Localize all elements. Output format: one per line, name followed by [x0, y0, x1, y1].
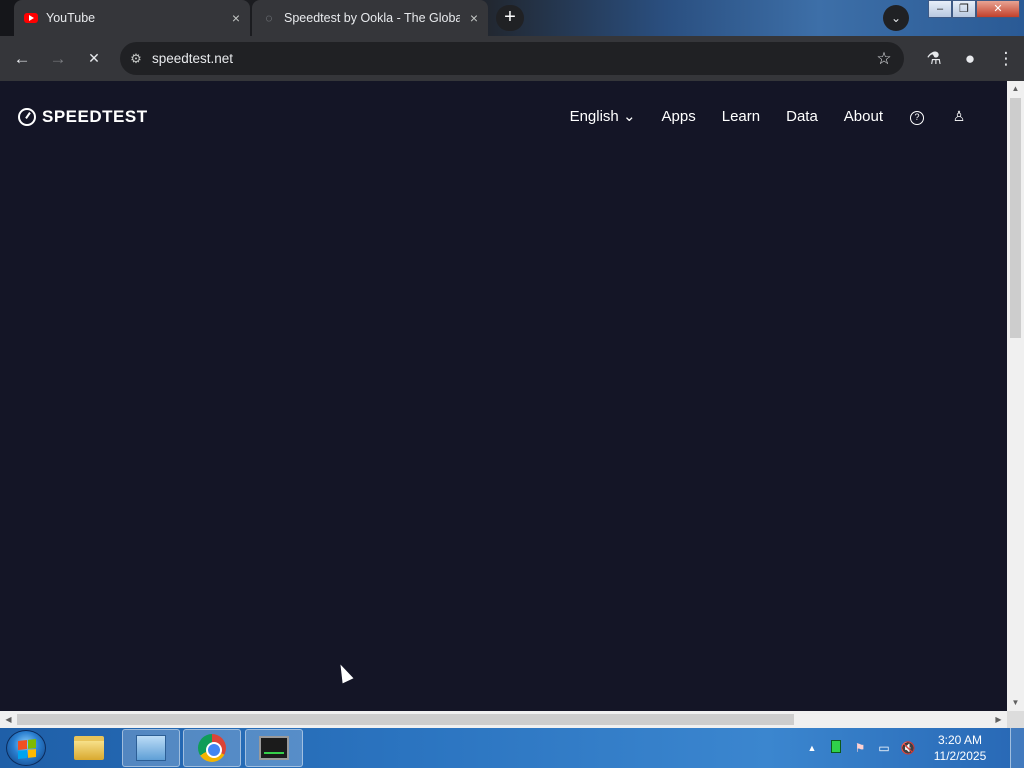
- action-center-flag-icon[interactable]: ⚑: [848, 741, 872, 755]
- restore-button[interactable]: ❐: [952, 0, 976, 18]
- address-url[interactable]: speedtest.net: [152, 51, 864, 66]
- language-label: English: [569, 108, 619, 125]
- vertical-scrollbar[interactable]: ▲ ▼: [1007, 81, 1024, 711]
- taskbar-task-manager[interactable]: [245, 729, 303, 767]
- toolbar-right: ⚗ ● ⋮: [916, 36, 1024, 81]
- tab-title: Speedtest by Ookla - The Global: [284, 11, 460, 25]
- new-tab-button[interactable]: +: [496, 5, 524, 31]
- chrome-icon: [198, 734, 226, 762]
- labs-icon[interactable]: ⚗: [916, 49, 952, 69]
- chevron-down-icon: ⌄: [622, 108, 636, 125]
- battery-icon[interactable]: [824, 740, 848, 756]
- loading-icon: ◌: [265, 11, 273, 25]
- network-icon[interactable]: ▭: [872, 741, 896, 755]
- show-hidden-icons-button[interactable]: ▲: [800, 743, 824, 753]
- clock-date: 11/2/2025: [933, 749, 987, 763]
- taskbar-control-panel[interactable]: [122, 729, 180, 767]
- clock-time: 3:20 AM: [937, 733, 983, 747]
- site-nav: English ⌄ Apps Learn Data About ? ♙: [570, 107, 967, 125]
- window-close-button[interactable]: ✕: [976, 0, 1020, 18]
- address-bar[interactable]: ⚙ speedtest.net ☆: [120, 42, 904, 75]
- gauge-icon: [18, 108, 36, 126]
- system-clock[interactable]: 3:20 AM 11/2/2025: [928, 732, 992, 764]
- account-icon[interactable]: ♙: [951, 108, 967, 125]
- minimize-button[interactable]: –: [928, 0, 952, 18]
- brand-name: SPEEDTEST: [42, 107, 148, 126]
- bookmark-star-icon[interactable]: ☆: [864, 49, 904, 69]
- taskbar-explorer[interactable]: [60, 729, 118, 767]
- windows-logo-icon: [18, 739, 36, 759]
- scroll-up-icon[interactable]: ▲: [1007, 81, 1024, 97]
- scroll-left-icon[interactable]: ◀: [0, 711, 17, 728]
- page-content: SPEEDTEST English ⌄ Apps Learn Data Abou…: [0, 81, 1007, 711]
- tab-close-icon[interactable]: ×: [460, 10, 488, 26]
- forward-button[interactable]: →: [40, 49, 76, 69]
- scroll-down-icon[interactable]: ▼: [1007, 695, 1024, 711]
- vertical-scroll-thumb[interactable]: [1010, 98, 1021, 338]
- tab-close-icon[interactable]: ×: [222, 10, 250, 26]
- horizontal-scroll-thumb[interactable]: [17, 714, 794, 725]
- scroll-right-icon[interactable]: ▶: [990, 711, 1007, 728]
- nav-apps[interactable]: Apps: [662, 108, 696, 125]
- window-controls: – ❐ ✕: [928, 0, 1020, 18]
- scroll-corner: [1007, 711, 1024, 728]
- nav-data[interactable]: Data: [786, 108, 818, 125]
- folder-icon: [74, 736, 104, 760]
- tab-search-button[interactable]: ⌄: [883, 5, 909, 31]
- back-button[interactable]: ←: [4, 49, 40, 69]
- youtube-icon: [24, 13, 38, 23]
- task-manager-icon: [259, 736, 289, 760]
- nav-learn[interactable]: Learn: [722, 108, 760, 125]
- tab-youtube[interactable]: YouTube ×: [14, 0, 250, 36]
- stop-loading-button[interactable]: ✕: [76, 50, 112, 67]
- taskbar-chrome[interactable]: [183, 729, 241, 767]
- tab-speedtest[interactable]: ◌ Speedtest by Ookla - The Global ×: [252, 0, 488, 36]
- tab-strip: YouTube × ◌ Speedtest by Ookla - The Glo…: [0, 0, 1024, 36]
- language-selector[interactable]: English ⌄: [570, 107, 636, 125]
- start-button[interactable]: [6, 730, 46, 766]
- windows-taskbar: ▲ ⚑ ▭ 🔇 3:20 AM 11/2/2025: [0, 728, 1024, 768]
- volume-muted-icon[interactable]: 🔇: [896, 741, 920, 755]
- site-info-icon[interactable]: ⚙: [120, 51, 152, 67]
- nav-about[interactable]: About: [844, 108, 883, 125]
- help-button[interactable]: ?: [909, 107, 925, 125]
- control-panel-icon: [136, 735, 166, 761]
- speedtest-logo[interactable]: SPEEDTEST: [18, 107, 148, 127]
- menu-icon[interactable]: ⋮: [988, 49, 1024, 69]
- system-tray: ▲ ⚑ ▭ 🔇 3:20 AM 11/2/2025: [800, 728, 992, 768]
- help-icon: ?: [910, 111, 924, 125]
- browser-toolbar: ← → ✕ ⚙ speedtest.net ☆ ⚗ ● ⋮: [0, 36, 1024, 81]
- horizontal-scrollbar[interactable]: ◀ ▶: [0, 711, 1007, 728]
- show-desktop-button[interactable]: [1010, 728, 1024, 768]
- tab-title: YouTube: [46, 11, 96, 25]
- profile-icon[interactable]: ●: [952, 49, 988, 69]
